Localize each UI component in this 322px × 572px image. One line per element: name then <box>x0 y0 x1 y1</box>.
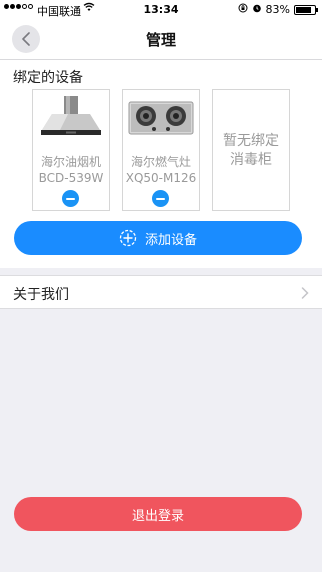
device-name: 海尔燃气灶 <box>130 155 191 169</box>
alarm-icon <box>252 3 262 16</box>
logout-button[interactable]: 退出登录 <box>14 497 302 531</box>
minus-icon <box>156 197 165 200</box>
battery-percent: 83% <box>265 3 290 16</box>
device-model: BCD-539W <box>38 171 104 185</box>
device-name: 海尔油烟机 <box>40 155 101 169</box>
status-bar: 中国联通 13:34 83% <box>0 0 322 20</box>
device-card-gas-stove[interactable]: 海尔燃气灶 XQ50-M126 <box>122 89 200 211</box>
gas-stove-image <box>128 101 194 135</box>
device-model: XQ50-M126 <box>125 171 197 185</box>
remove-device-button[interactable] <box>152 190 169 207</box>
about-us-label: 关于我们 <box>13 287 69 303</box>
page-title: 管理 <box>145 31 176 49</box>
remove-device-button[interactable] <box>62 190 79 207</box>
add-device-label: 添加设备 <box>144 232 197 248</box>
about-us-row[interactable]: 关于我们 <box>0 275 322 309</box>
logout-label: 退出登录 <box>131 508 184 524</box>
add-circle-icon <box>119 229 137 247</box>
navigation-bar: 管理 <box>0 20 322 60</box>
battery-icon <box>294 4 318 15</box>
device-card-range-hood[interactable]: 海尔油烟机 BCD-539W <box>32 89 110 211</box>
add-device-button[interactable]: 添加设备 <box>14 221 302 255</box>
chevron-right-icon <box>301 287 309 299</box>
bound-devices-panel: 绑定的设备 海尔油烟机 BCD-539W 海尔燃气灶 XQ50-M126 暂无绑… <box>0 60 322 268</box>
orientation-lock-icon <box>238 3 248 16</box>
empty-slot-text: 暂无绑定 消毒柜 <box>223 133 279 168</box>
empty-device-slot[interactable]: 暂无绑定 消毒柜 <box>212 89 290 211</box>
range-hood-image <box>41 96 101 135</box>
section-title: 绑定的设备 <box>13 70 83 86</box>
minus-icon <box>66 197 75 200</box>
